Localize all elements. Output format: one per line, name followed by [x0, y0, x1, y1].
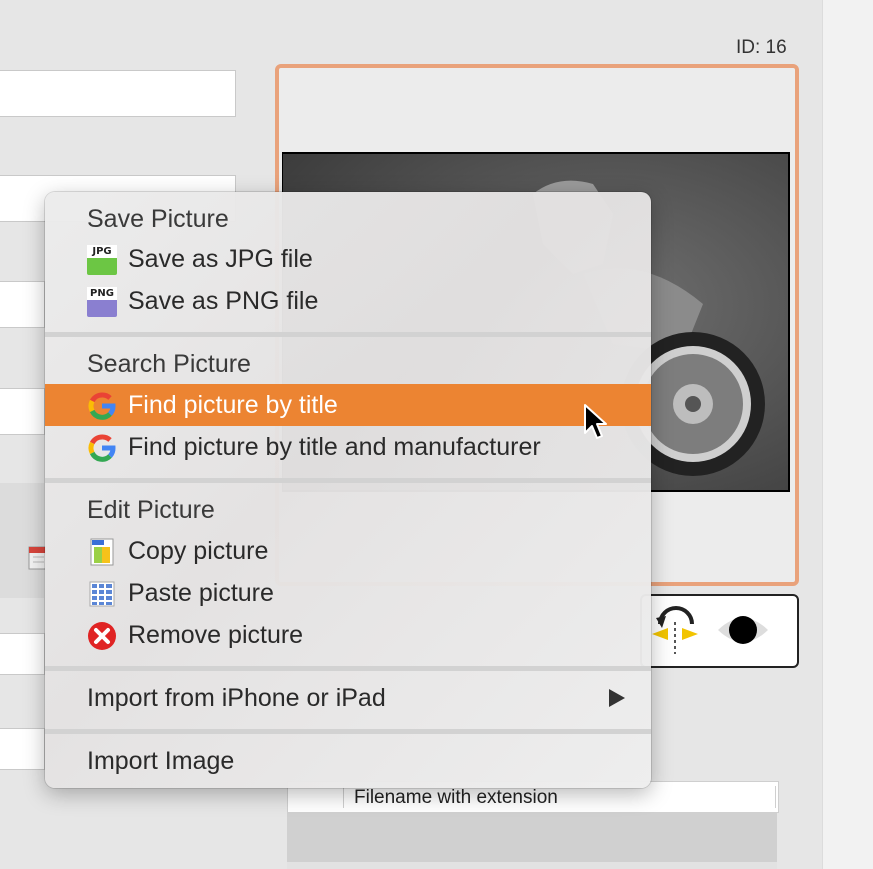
context-menu: Save Picture JPG Save as JPG file PNG Sa…: [45, 192, 651, 788]
jpg-file-icon: JPG: [87, 245, 117, 275]
column-separator[interactable]: [775, 786, 776, 808]
text-field[interactable]: [0, 388, 45, 435]
menu-header-save-picture: Save Picture: [87, 205, 229, 233]
menu-item-paste-picture[interactable]: Paste picture: [45, 572, 651, 614]
menu-separator: [45, 666, 651, 671]
text-field[interactable]: [0, 70, 236, 117]
menu-header-edit-picture: Edit Picture: [87, 496, 215, 524]
table-row[interactable]: [287, 862, 777, 869]
google-icon: [88, 392, 116, 420]
column-separator[interactable]: [343, 786, 344, 808]
mouse-pointer-icon: [584, 404, 607, 439]
text-field[interactable]: [0, 633, 45, 675]
menu-separator: [45, 478, 651, 483]
menu-item-find-by-title-and-manufacturer[interactable]: Find picture by title and manufacturer: [45, 426, 651, 468]
menu-item-copy-picture[interactable]: Copy picture: [45, 530, 651, 572]
menu-item-find-by-title[interactable]: Find picture by title: [45, 384, 651, 426]
paste-picture-icon: [89, 581, 115, 607]
submenu-arrow-icon: [609, 689, 625, 707]
calendar-icon[interactable]: [28, 543, 46, 571]
menu-separator: [45, 729, 651, 734]
menu-item-import-from-device[interactable]: Import from iPhone or iPad: [45, 677, 651, 719]
png-file-icon: PNG: [87, 287, 117, 317]
menu-item-remove-picture[interactable]: Remove picture: [45, 614, 651, 656]
eye-icon[interactable]: [716, 610, 770, 650]
menu-item-save-png[interactable]: PNG Save as PNG file: [45, 280, 651, 322]
copy-picture-icon: [90, 538, 114, 566]
text-field[interactable]: [0, 728, 45, 770]
menu-separator: [45, 332, 651, 337]
menu-item-import-image[interactable]: Import Image: [45, 740, 651, 782]
table-row[interactable]: [287, 812, 777, 862]
column-header-filename[interactable]: Filename with extension: [354, 787, 558, 809]
remove-icon: [88, 622, 116, 650]
menu-header-search-picture: Search Picture: [87, 350, 251, 378]
rotate-flip-icon[interactable]: [648, 602, 702, 656]
record-id-label: ID: 16: [736, 37, 787, 58]
right-scroll-area: [822, 0, 873, 869]
menu-item-save-jpg[interactable]: JPG Save as JPG file: [45, 238, 651, 280]
form-panel: [0, 483, 44, 598]
text-field[interactable]: [0, 281, 45, 328]
google-icon: [88, 434, 116, 462]
